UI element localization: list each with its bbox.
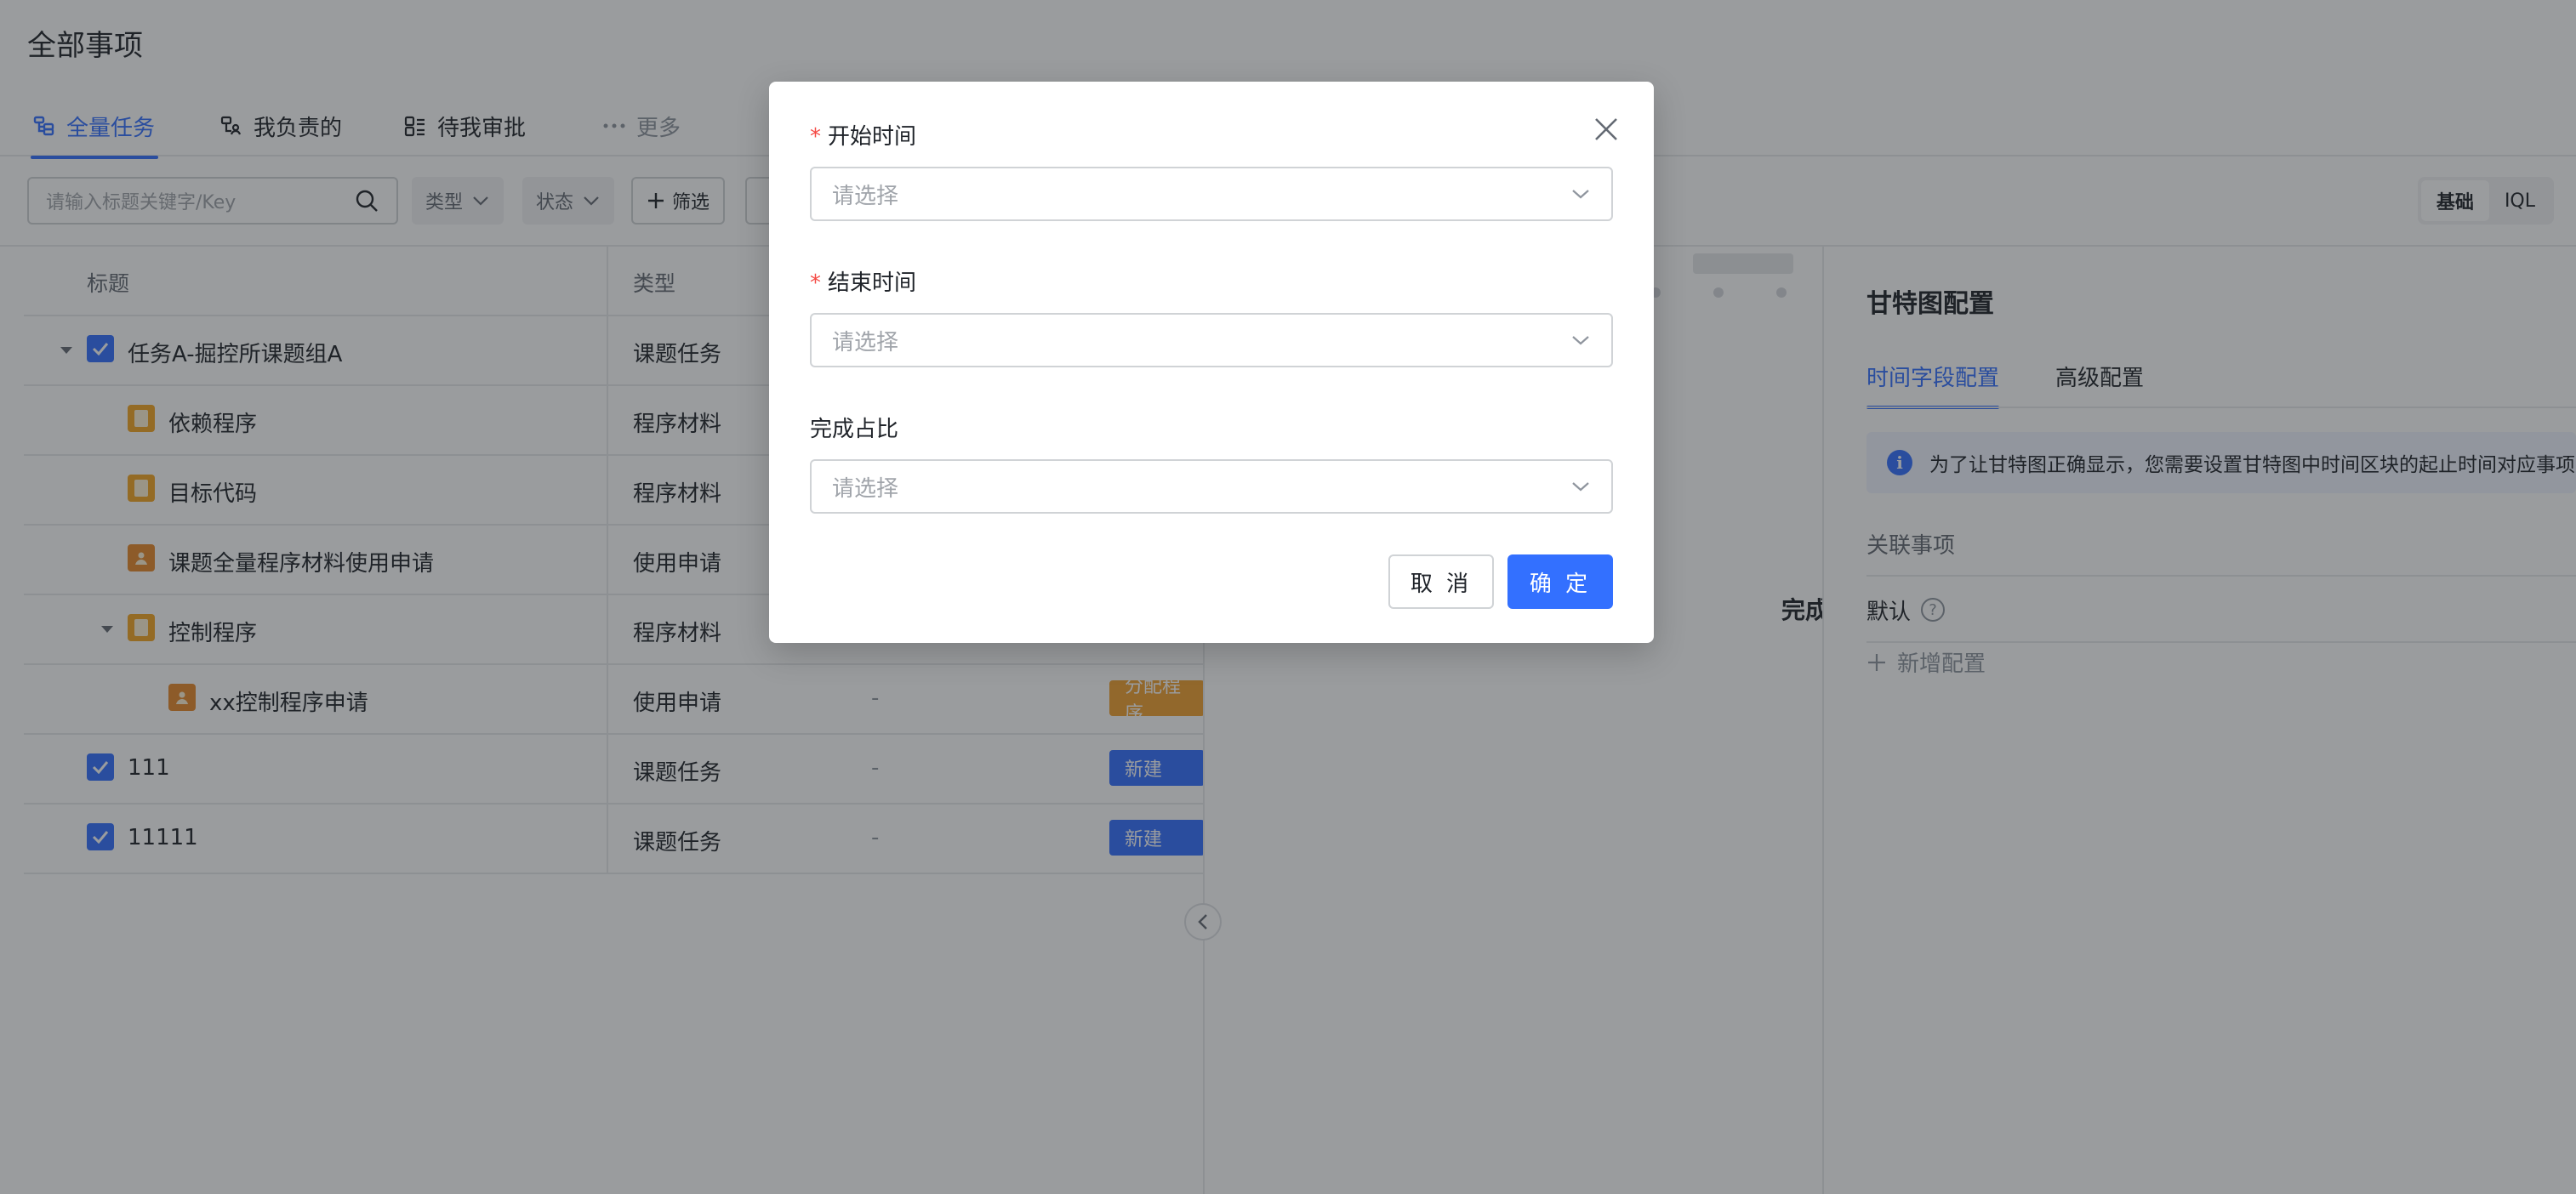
field-label: 结束时间	[828, 270, 917, 296]
start-time-select[interactable]: 请选择	[810, 167, 1613, 221]
end-time-label: * 结束时间	[810, 265, 916, 297]
required-mark: *	[810, 124, 821, 150]
cancel-button[interactable]: 取 消	[1388, 554, 1494, 609]
confirm-button[interactable]: 确 定	[1507, 554, 1613, 609]
select-placeholder: 请选择	[832, 329, 899, 355]
select-placeholder: 请选择	[832, 183, 899, 209]
app-root: 全部事项 全量任务 我负责的 待我审批 更多 请输入标题关键字/Key 类型 状…	[0, 0, 2576, 1194]
required-mark: *	[810, 270, 821, 296]
close-button[interactable]	[1593, 116, 1620, 143]
select-placeholder: 请选择	[832, 475, 899, 502]
completion-ratio-label: 完成占比	[810, 417, 899, 442]
close-icon	[1595, 118, 1617, 140]
chevron-down-icon	[1572, 190, 1589, 199]
chevron-down-icon	[1572, 336, 1589, 345]
start-time-label: * 开始时间	[810, 119, 916, 151]
time-field-dialog: * 开始时间 请选择 * 结束时间 请选择 完成占比 请选择 取 消 确 定	[769, 82, 1654, 643]
chevron-down-icon	[1572, 482, 1589, 492]
end-time-select[interactable]: 请选择	[810, 313, 1613, 367]
completion-ratio-select[interactable]: 请选择	[810, 459, 1613, 514]
field-label: 开始时间	[828, 124, 917, 150]
